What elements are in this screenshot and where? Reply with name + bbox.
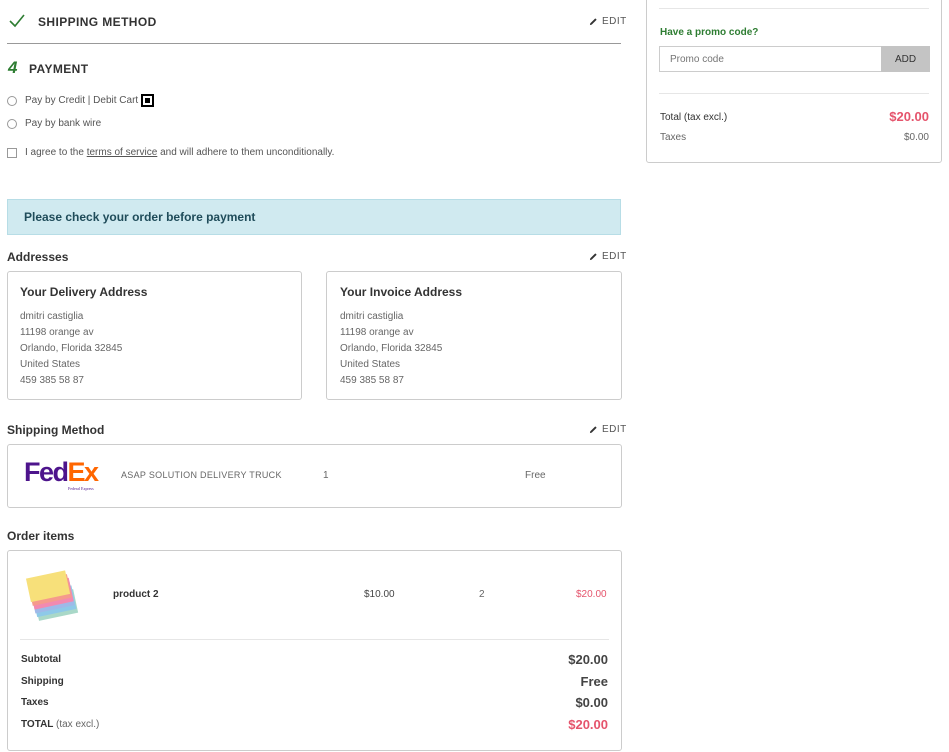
product-thumbnail: [25, 570, 79, 621]
review-notice: Please check your order before payment: [7, 199, 621, 235]
taxes-label: Taxes: [21, 697, 49, 708]
payment-option-card-label: Pay by Credit | Debit Cart: [25, 95, 139, 106]
terms-checkbox[interactable]: [7, 147, 17, 158]
subtotal-label: Subtotal: [21, 654, 61, 665]
delivery-address-line: dmitri castiglia: [20, 311, 84, 322]
addresses-edit-button[interactable]: EDIT: [589, 251, 627, 262]
terms-agreement: I agree to the terms of service and will…: [7, 147, 334, 158]
payment-option-wire-label: Pay by bank wire: [25, 118, 102, 129]
total-note: (tax excl.): [56, 719, 100, 730]
payment-option-wire[interactable]: Pay by bank wire: [7, 118, 101, 129]
summary-taxes-value: $0.00: [903, 132, 929, 143]
step-number: 4: [8, 58, 18, 77]
step-payment-title: PAYMENT: [29, 62, 89, 76]
invoice-address-line: dmitri castiglia: [340, 311, 404, 322]
product-name[interactable]: product 2: [113, 589, 159, 600]
payment-option-card[interactable]: Pay by Credit | Debit Cart: [7, 94, 155, 107]
payment-radio-wire[interactable]: [7, 118, 17, 129]
shipping-method-card: FedEx Federal Express ASAP SOLUTION DELI…: [7, 444, 622, 508]
shipping-label: Shipping: [21, 676, 64, 687]
total-value: $20.00: [568, 717, 608, 732]
carrier-name: ASAP SOLUTION DELIVERY TRUCK: [121, 470, 282, 480]
check-icon: [9, 14, 25, 28]
promo-add-button[interactable]: ADD: [881, 46, 930, 72]
invoice-address-line: 459 385 58 87: [340, 375, 404, 386]
order-items-heading: Order items: [7, 529, 75, 543]
invoice-address-line: Orlando, Florida 32845: [340, 343, 443, 354]
delivery-address-card: Your Delivery Address dmitri castiglia 1…: [7, 271, 302, 400]
terms-link[interactable]: terms of service: [87, 147, 158, 158]
terms-prefix: I agree to the: [25, 147, 84, 158]
total-label-group: TOTAL (tax excl.): [21, 719, 99, 730]
shipping-method-edit-button[interactable]: EDIT: [589, 424, 627, 435]
shipping-method-heading: Shipping Method: [7, 423, 105, 437]
step-shipping-header: SHIPPING METHOD: [7, 12, 621, 44]
addresses-heading: Addresses: [7, 250, 69, 264]
promo-label[interactable]: Have a promo code?: [660, 27, 758, 38]
summary-total-value: $20.00: [889, 109, 929, 124]
step-shipping-title: SHIPPING METHOD: [38, 15, 157, 29]
terms-suffix: and will adhere to them unconditionally.: [160, 147, 335, 158]
pencil-icon: [589, 426, 597, 434]
delivery-address-line: Orlando, Florida 32845: [20, 343, 123, 354]
total-label: TOTAL: [21, 719, 54, 730]
payment-radio-card[interactable]: [7, 95, 17, 106]
total-row: TOTAL (tax excl.) $20.00: [21, 717, 608, 732]
taxes-value: $0.00: [575, 695, 608, 710]
pencil-icon: [589, 253, 597, 261]
summary-taxes-label: Taxes: [660, 132, 687, 143]
summary-total-label: Total (tax excl.): [660, 112, 728, 123]
subtotal-value: $20.00: [568, 652, 608, 667]
review-notice-text: Please check your order before payment: [24, 210, 256, 224]
invoice-address-card: Your Invoice Address dmitri castiglia 11…: [326, 271, 622, 400]
delivery-address-line: 11198 orange av: [20, 327, 94, 338]
divider: [20, 639, 609, 640]
order-items-card: product 2 $10.00 2 $20.00 Subtotal $20.0…: [7, 550, 622, 751]
divider: [659, 93, 929, 94]
list-item: product 2 $10.00 2 $20.00: [8, 551, 621, 639]
subtotal-row: Subtotal $20.00: [21, 652, 608, 667]
carrier-delay: 1: [323, 470, 329, 481]
shipping-row: Shipping Free: [21, 674, 608, 689]
delivery-address-line: United States: [20, 359, 81, 370]
shipping-value: Free: [580, 674, 608, 689]
delivery-address-line: 459 385 58 87: [20, 375, 84, 386]
promo-code-input[interactable]: [659, 46, 881, 72]
divider: [659, 8, 929, 9]
product-quantity: 2: [479, 589, 485, 600]
card-logo-icon: [141, 94, 155, 107]
carrier-price: Free: [525, 470, 546, 481]
pencil-icon: [589, 18, 597, 26]
invoice-address-line: 11198 orange av: [340, 327, 414, 338]
shipping-step-edit-button[interactable]: EDIT: [589, 16, 627, 27]
fedex-logo: FedEx Federal Express: [24, 457, 99, 491]
invoice-address-title: Your Invoice Address: [340, 285, 463, 299]
cart-summary: Have a promo code? ADD Total (tax excl.)…: [646, 0, 942, 163]
product-total: $20.00: [576, 589, 607, 600]
invoice-address-line: United States: [340, 359, 401, 370]
taxes-row: Taxes $0.00: [21, 695, 608, 710]
product-unit-price: $10.00: [364, 589, 395, 600]
delivery-address-title: Your Delivery Address: [20, 285, 148, 299]
